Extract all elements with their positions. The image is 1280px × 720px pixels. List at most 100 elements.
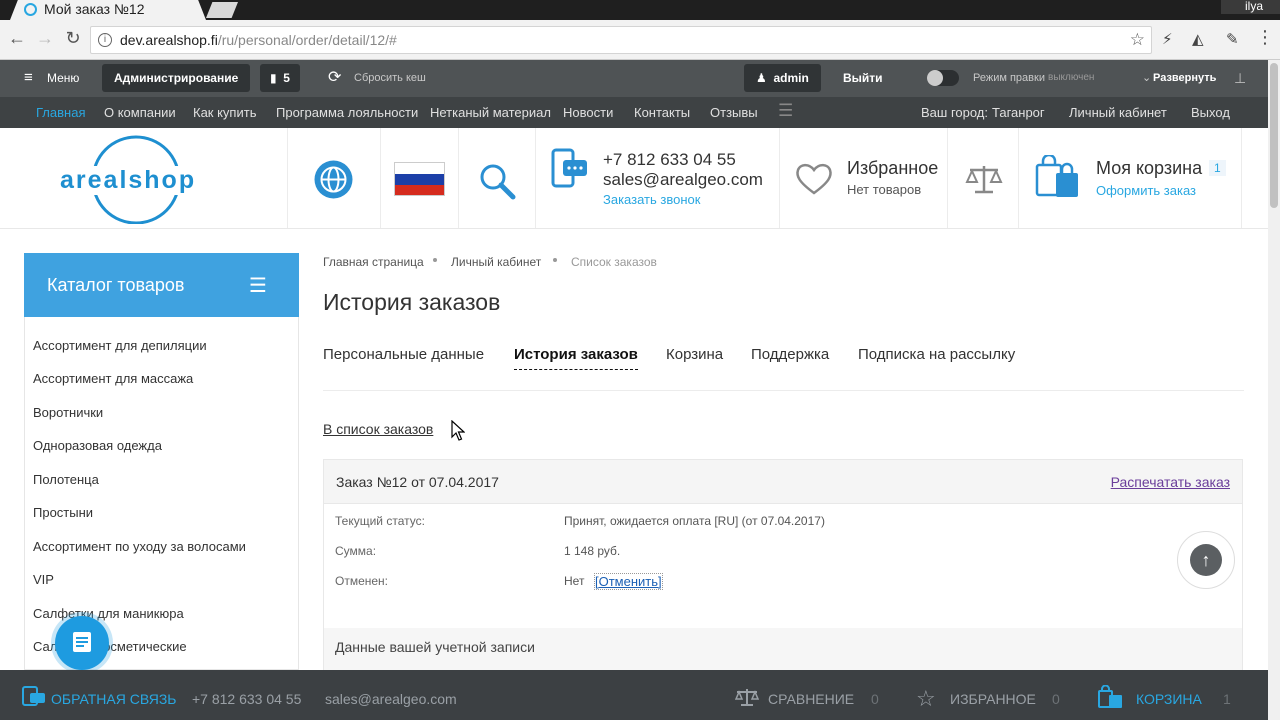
exit-link[interactable]: Выход [1191,105,1230,120]
more-menu-icon[interactable]: ☰ [778,101,793,121]
scroll-to-top-button[interactable]: ↑ [1177,531,1235,589]
cancel-order-link[interactable]: [Отменить] [594,573,663,590]
chevron-down-icon: ⌄ [1142,72,1152,84]
cart-bag-icon[interactable] [1097,685,1125,709]
administration-button[interactable]: Администрирование [102,64,251,92]
clear-cache-button[interactable]: Сбросить кеш [354,64,426,92]
nav-item-nonwoven[interactable]: Нетканый материал [430,105,551,120]
info-icon[interactable]: i [98,33,112,47]
nav-item-about[interactable]: О компании [104,105,176,120]
cart-count: 1 [1223,691,1231,707]
star-icon[interactable]: ☆ [916,686,936,712]
back-arrow-icon[interactable]: ← [6,28,28,49]
menu-button[interactable]: Меню [47,64,79,92]
bottom-phone[interactable]: +7 812 633 04 55 [192,691,301,707]
edit-mode-toggle[interactable] [927,70,959,86]
nav-item-home[interactable]: Главная [36,105,85,120]
heart-icon[interactable] [795,162,833,196]
catalog-item[interactable]: Воротнички [33,405,103,420]
shopping-bag-icon[interactable] [1034,155,1082,199]
russian-flag-icon[interactable] [394,162,445,196]
url-host: dev.arealshop.fi [120,32,218,48]
address-bar[interactable]: i dev.arealshop.fi/ru/personal/order/det… [90,26,1152,54]
logout-button[interactable]: Выйти [843,64,883,92]
breadcrumb-current: Список заказов [571,255,657,269]
phone-chat-icon[interactable] [551,148,589,192]
catalog-item[interactable]: VIP [33,572,54,587]
tab-personal-data[interactable]: Персональные данные [323,346,484,363]
feedback-float-button[interactable] [55,616,109,670]
header-phone[interactable]: +7 812 633 04 55 [603,150,736,170]
nav-item-reviews[interactable]: Отзывы [710,105,758,120]
tab-order-history[interactable]: История заказов [514,346,638,370]
header-divider [458,128,459,228]
cart-title[interactable]: Моя корзина [1096,158,1202,179]
tab-support[interactable]: Поддержка [751,346,829,363]
feedback-link[interactable]: ОБРАТНАЯ СВЯЗЬ [51,691,176,707]
catalog-item[interactable]: Ассортимент для депиляции [33,338,207,353]
nav-item-how-to-buy[interactable]: Как купить [193,105,256,120]
favorites-title[interactable]: Избранное [847,158,938,179]
globe-icon[interactable] [313,159,354,200]
header-divider [380,128,381,228]
new-tab-button[interactable] [206,2,238,18]
extension-pen-icon[interactable]: ✎ [1226,30,1239,48]
favorites-link[interactable]: ИЗБРАННОЕ [950,691,1036,707]
extension-drive-icon[interactable]: ◭ [1192,30,1204,48]
page-scrollbar[interactable] [1268,60,1280,720]
callback-link[interactable]: Заказать звонок [603,192,700,207]
menu-icon[interactable]: ≡ [24,64,33,92]
cart-link[interactable]: КОРЗИНА [1136,691,1202,707]
order-title: Заказ №12 от 07.04.2017 [336,474,499,490]
browser-menu-icon[interactable]: ⋮ [1256,27,1274,48]
print-order-link[interactable]: Распечатать заказ [1111,474,1230,490]
scrollbar-thumb[interactable] [1270,63,1278,208]
expand-button[interactable]: Развернуть [1153,64,1216,92]
header-email[interactable]: sales@arealgeo.com [603,170,763,190]
breadcrumb-item[interactable]: Главная страница [323,255,424,269]
url-text[interactable]: dev.arealshop.fi/ru/personal/order/detai… [120,32,397,48]
refresh-icon[interactable]: ⟳ [328,64,341,92]
header-divider [1241,128,1242,228]
nav-item-contacts[interactable]: Контакты [634,105,690,120]
catalog-item[interactable]: Полотенца [33,472,99,487]
browser-toolbar: ← → ↻ i dev.arealshop.fi/ru/personal/ord… [0,20,1280,60]
cart-count-badge: 1 [1209,160,1226,176]
nav-item-news[interactable]: Новости [563,105,613,120]
catalog-item[interactable]: Одноразовая одежда [33,438,162,453]
compare-scales-icon[interactable] [735,687,759,707]
header-divider [779,128,780,228]
catalog-header[interactable]: Каталог товаров ☰ [24,253,299,317]
mouse-cursor-icon [451,420,465,441]
breadcrumb-separator [433,258,437,262]
catalog-item[interactable]: Ассортимент для массажа [33,371,193,386]
nav-item-loyalty[interactable]: Программа лояльности [276,105,418,120]
logo-text: arealshop [58,166,199,195]
compare-scales-icon[interactable] [965,162,1003,196]
tab-cart[interactable]: Корзина [666,346,723,363]
breadcrumb-item[interactable]: Личный кабинет [451,255,541,269]
profile-button[interactable]: ilya [1221,0,1280,14]
back-to-orders-link[interactable]: В список заказов [323,421,433,437]
reload-icon[interactable]: ↻ [62,28,84,49]
extension-bolt-icon[interactable]: ⚡ [1162,30,1173,48]
bottom-email[interactable]: sales@arealgeo.com [325,691,457,707]
catalog-item[interactable]: Ассортимент по уходу за волосами [33,539,246,554]
bookmark-star-icon[interactable]: ☆ [1130,30,1145,50]
forward-arrow-icon[interactable]: → [34,28,56,49]
admin-user-button[interactable]: ♟ admin [744,64,821,92]
compare-link[interactable]: СРАВНЕНИЕ [768,691,854,707]
tab-subscription[interactable]: Подписка на рассылку [858,346,1015,363]
cabinet-link[interactable]: Личный кабинет [1069,105,1167,120]
catalog-item[interactable]: Простыни [33,505,93,520]
browser-tab[interactable]: Мой заказ №12 [10,0,206,20]
pin-icon[interactable]: ⊥ [1234,64,1246,92]
site-logo[interactable]: arealshop [58,134,218,225]
browser-tab-title: Мой заказ №12 [44,1,145,17]
notifications-button[interactable]: ▮ 5 [260,64,300,92]
checkout-link[interactable]: Оформить заказ [1096,183,1196,198]
feedback-chat-icon[interactable] [22,686,46,708]
search-icon[interactable] [478,162,516,200]
catalog-menu-icon[interactable]: ☰ [249,273,267,298]
city-selector[interactable]: Таганрог [992,105,1045,120]
